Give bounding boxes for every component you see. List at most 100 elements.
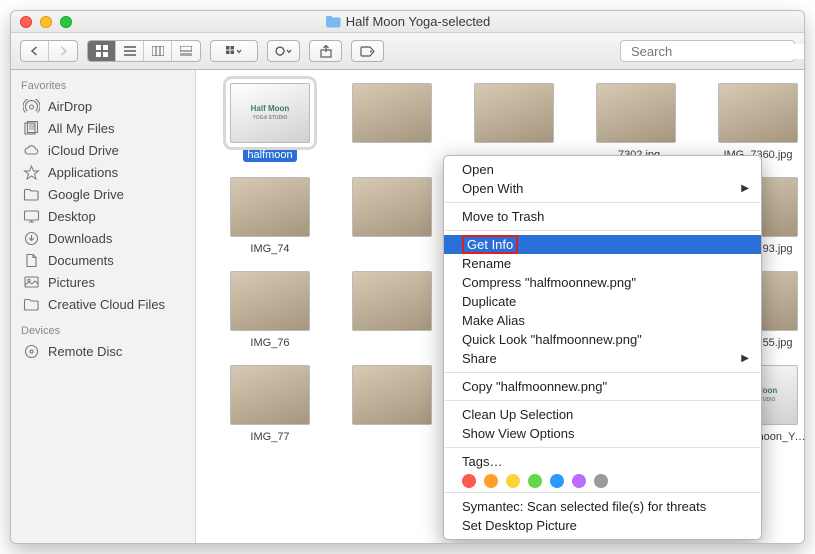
- sidebar-item-applications[interactable]: Applications: [11, 161, 195, 183]
- file-name-label[interactable]: halfmoon: [243, 148, 296, 162]
- context-menu-item-rename[interactable]: Rename: [444, 254, 761, 273]
- coverflow-view-button[interactable]: [172, 41, 200, 61]
- context-menu-item-symantec-scan-selected-file-s-for-threats[interactable]: Symantec: Scan selected file(s) for thre…: [444, 497, 761, 516]
- context-menu-separator: [445, 447, 760, 448]
- context-menu: OpenOpen With▶ Move to Trash Get InfoRenam…: [443, 155, 762, 540]
- tag-color-dot[interactable]: [462, 474, 476, 488]
- file-name-label[interactable]: [510, 148, 518, 150]
- zoom-window-button[interactable]: [60, 16, 72, 28]
- file-thumbnail[interactable]: [230, 177, 310, 237]
- tag-color-dot[interactable]: [594, 474, 608, 488]
- file-item[interactable]: IMG_77: [214, 365, 326, 445]
- finder-window: Half Moon Yoga-selected Favorites AirDro…: [10, 10, 805, 544]
- sidebar-item-airdrop[interactable]: AirDrop: [11, 95, 195, 117]
- sidebar-item-label: Downloads: [48, 231, 112, 246]
- file-item[interactable]: IMG_74: [214, 177, 326, 256]
- context-menu-item-clean-up-selection[interactable]: Clean Up Selection: [444, 405, 761, 424]
- icon-view-button[interactable]: [88, 41, 116, 61]
- context-menu-item-show-view-options[interactable]: Show View Options: [444, 424, 761, 443]
- context-menu-item-compress-halfmoonnew-png[interactable]: Compress "halfmoonnew.png": [444, 273, 761, 292]
- column-view-button[interactable]: [144, 41, 172, 61]
- close-window-button[interactable]: [20, 16, 32, 28]
- context-menu-separator: [445, 400, 760, 401]
- file-name-label[interactable]: [388, 430, 396, 432]
- file-item[interactable]: [336, 365, 448, 445]
- file-item[interactable]: _7302.jpg: [580, 83, 692, 162]
- sidebar-item-label: Documents: [48, 253, 114, 268]
- tag-color-dot[interactable]: [572, 474, 586, 488]
- context-menu-item-tags[interactable]: Tags…: [444, 452, 761, 471]
- allfiles-icon: [23, 121, 40, 136]
- context-menu-item-make-alias[interactable]: Make Alias: [444, 311, 761, 330]
- tag-color-dot[interactable]: [506, 474, 520, 488]
- sidebar-item-pictures[interactable]: Pictures: [11, 271, 195, 293]
- context-menu-item-open[interactable]: Open: [444, 160, 761, 179]
- file-name-label[interactable]: IMG_74: [246, 242, 293, 256]
- file-name-label[interactable]: [388, 148, 396, 150]
- toolbar: [11, 33, 804, 70]
- arrange-dropdown[interactable]: [210, 40, 258, 62]
- submenu-arrow-icon: ▶: [741, 353, 749, 364]
- titlebar: Half Moon Yoga-selected: [11, 11, 804, 33]
- search-input[interactable]: [631, 44, 805, 59]
- file-name-label[interactable]: IMG_77: [246, 430, 293, 444]
- file-item[interactable]: [458, 83, 570, 162]
- file-thumbnail[interactable]: [230, 271, 310, 331]
- file-thumbnail[interactable]: [352, 271, 432, 331]
- file-item[interactable]: Half MoonYOGA STUDIO halfmoon: [214, 83, 326, 162]
- folder-icon: [23, 187, 40, 202]
- tag-color-dot[interactable]: [550, 474, 564, 488]
- context-menu-item-duplicate[interactable]: Duplicate: [444, 292, 761, 311]
- sidebar-devices-header: Devices: [11, 321, 195, 340]
- file-name-label[interactable]: IMG_76: [246, 336, 293, 350]
- context-menu-item-move-to-trash[interactable]: Move to Trash: [444, 207, 761, 226]
- context-menu-item-quick-look-halfmoonnew-png[interactable]: Quick Look "halfmoonnew.png": [444, 330, 761, 349]
- tag-color-dot[interactable]: [484, 474, 498, 488]
- back-button[interactable]: [21, 41, 49, 61]
- file-thumbnail[interactable]: [352, 177, 432, 237]
- file-thumbnail[interactable]: [352, 365, 432, 425]
- context-menu-separator: [445, 230, 760, 231]
- sidebar-item-label: iCloud Drive: [48, 143, 119, 158]
- context-menu-item-open-with[interactable]: Open With▶: [444, 179, 761, 198]
- nav-buttons: [20, 40, 78, 62]
- share-button[interactable]: [309, 40, 342, 62]
- context-menu-item-copy-halfmoonnew-png[interactable]: Copy "halfmoonnew.png": [444, 377, 761, 396]
- forward-button[interactable]: [49, 41, 77, 61]
- tag-color-dot[interactable]: [528, 474, 542, 488]
- action-dropdown[interactable]: [267, 40, 300, 62]
- tags-button[interactable]: [351, 40, 384, 62]
- sidebar-item-desktop[interactable]: Desktop: [11, 205, 195, 227]
- submenu-arrow-icon: ▶: [741, 183, 749, 194]
- sidebar-item-icloud-drive[interactable]: iCloud Drive: [11, 139, 195, 161]
- sidebar-item-documents[interactable]: Documents: [11, 249, 195, 271]
- file-item[interactable]: IMG_7360.jpg: [702, 83, 804, 162]
- file-thumbnail[interactable]: [596, 83, 676, 143]
- list-view-button[interactable]: [116, 41, 144, 61]
- context-menu-item-get-info[interactable]: Get Info: [444, 235, 761, 254]
- sidebar-item-downloads[interactable]: Downloads: [11, 227, 195, 249]
- sidebar-item-all-my-files[interactable]: All My Files: [11, 117, 195, 139]
- file-item[interactable]: [336, 177, 448, 256]
- file-thumbnail[interactable]: [230, 365, 310, 425]
- file-item[interactable]: [336, 83, 448, 162]
- minimize-window-button[interactable]: [40, 16, 52, 28]
- sidebar-item-google-drive[interactable]: Google Drive: [11, 183, 195, 205]
- file-thumbnail[interactable]: [474, 83, 554, 143]
- file-thumbnail[interactable]: [352, 83, 432, 143]
- file-thumbnail[interactable]: Half MoonYOGA STUDIO: [230, 83, 310, 143]
- file-item[interactable]: [336, 271, 448, 350]
- context-menu-separator: [445, 492, 760, 493]
- documents-icon: [23, 253, 40, 268]
- sidebar-item-creative-cloud-files[interactable]: Creative Cloud Files: [11, 293, 195, 315]
- search-field[interactable]: [620, 40, 795, 62]
- file-content-area[interactable]: Half MoonYOGA STUDIOhalfmoon_7302.jpgIMG…: [196, 70, 804, 543]
- sidebar-item-remote-disc[interactable]: Remote Disc: [11, 340, 195, 362]
- context-menu-item-share[interactable]: Share▶: [444, 349, 761, 368]
- file-thumbnail[interactable]: [718, 83, 798, 143]
- context-menu-item-set-desktop-picture[interactable]: Set Desktop Picture: [444, 516, 761, 535]
- file-name-label[interactable]: [388, 336, 396, 338]
- file-name-label[interactable]: [388, 242, 396, 244]
- traffic-lights: [20, 16, 72, 28]
- file-item[interactable]: IMG_76: [214, 271, 326, 350]
